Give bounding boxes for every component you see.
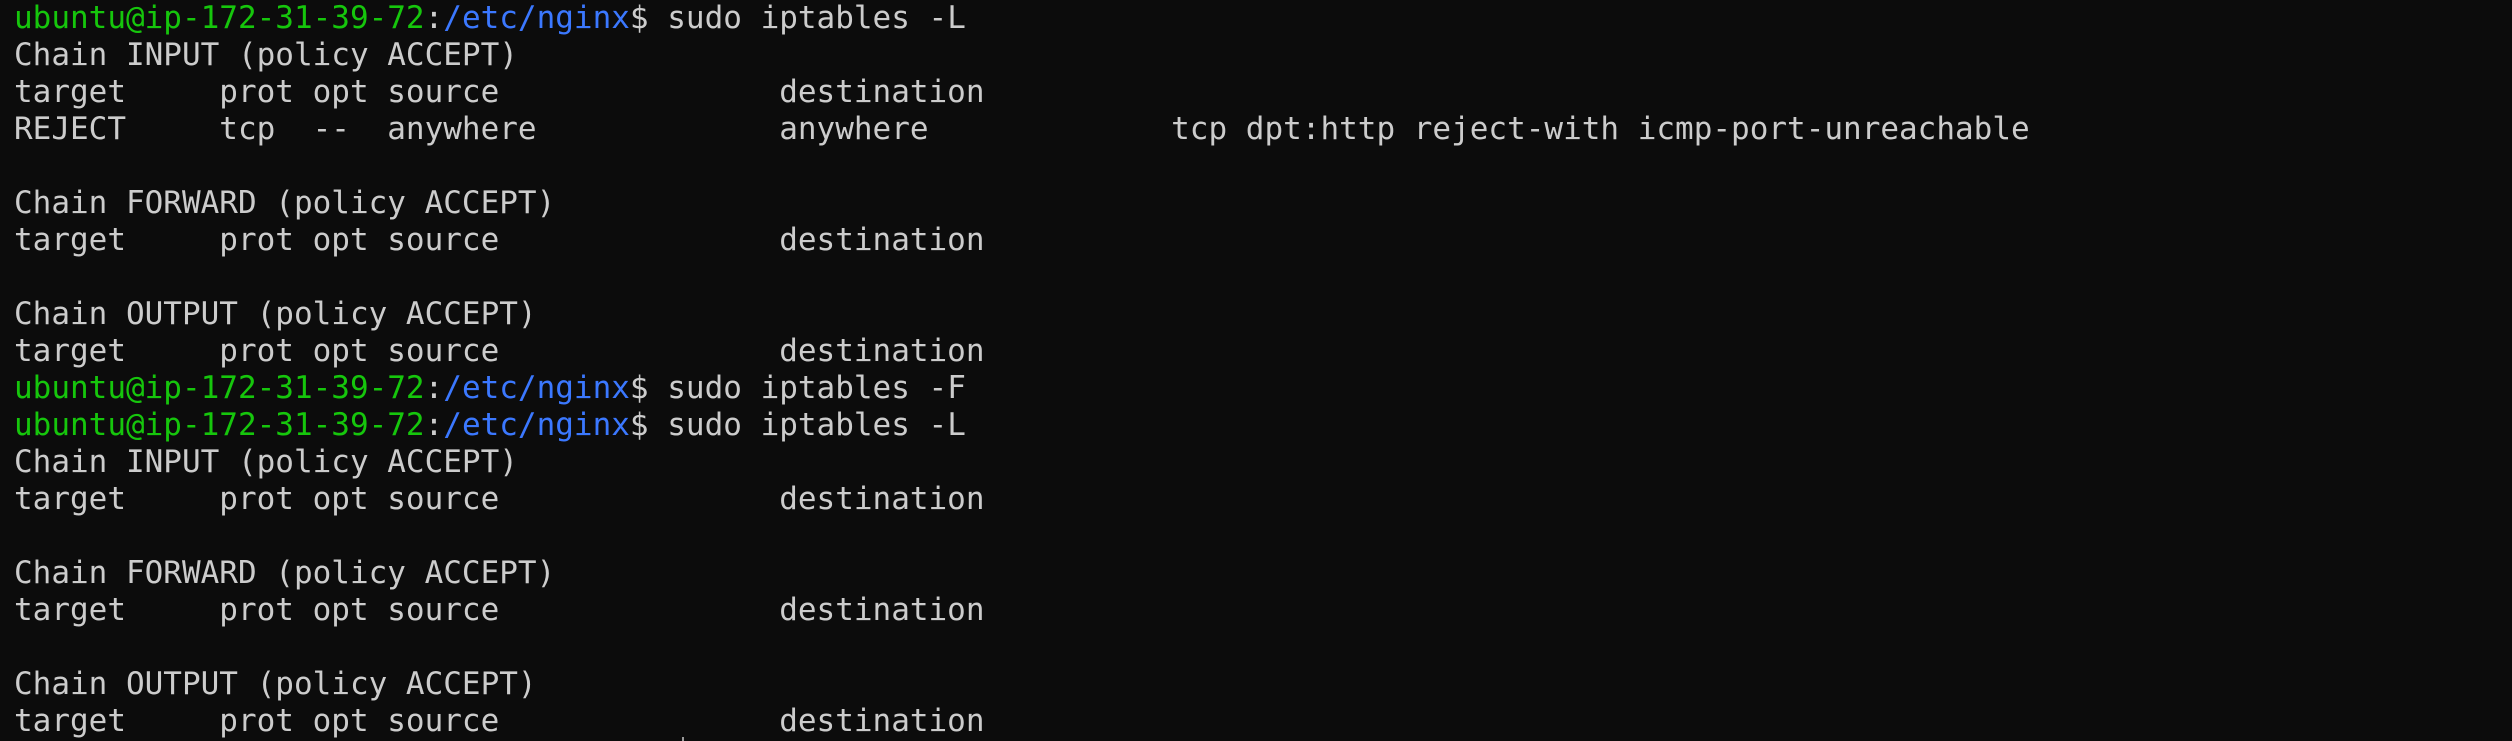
terminal-output[interactable]: ubuntu@ip-172-31-39-72:/etc/nginx$ sudo … [14,0,2504,741]
prompt-colon: : [424,407,444,443]
output-line: Chain OUTPUT (policy ACCEPT) [14,666,537,702]
prompt-line: ubuntu@ip-172-31-39-72:/etc/nginx$ sudo … [14,407,2504,444]
output-line: target prot opt source destination [14,333,985,369]
prompt-user-host: ubuntu@ip-172-31-39-72 [14,407,425,443]
prompt-path: /etc/nginx [443,370,630,406]
command-text: sudo iptables -L [667,0,966,36]
output-line: target prot opt source destination [14,703,985,739]
command-text: sudo iptables -F [667,370,966,406]
output-line: target prot opt source destination [14,222,985,258]
prompt-path: /etc/nginx [443,407,630,443]
prompt-line: ubuntu@ip-172-31-39-72:/etc/nginx$ sudo … [14,0,2504,37]
output-line: Chain INPUT (policy ACCEPT) [14,37,518,73]
terminal-cursor [682,737,684,741]
prompt-symbol: $ [629,407,668,443]
prompt-user-host: ubuntu@ip-172-31-39-72 [14,370,425,406]
prompt-colon: : [424,0,444,36]
prompt-line: ubuntu@ip-172-31-39-72:/etc/nginx$ sudo … [14,370,2504,407]
output-line: REJECT tcp -- anywhere anywhere tcp dpt:… [14,111,2030,147]
output-line: target prot opt source destination [14,481,985,517]
prompt-user-host: ubuntu@ip-172-31-39-72 [14,0,425,36]
output-line: target prot opt source destination [14,74,985,110]
command-text: sudo iptables -L [667,407,966,443]
prompt-path: /etc/nginx [443,0,630,36]
prompt-symbol: $ [629,370,668,406]
output-line: Chain INPUT (policy ACCEPT) [14,444,518,480]
prompt-symbol: $ [629,0,668,36]
output-line: Chain OUTPUT (policy ACCEPT) [14,296,537,332]
prompt-colon: : [424,370,444,406]
output-line: Chain FORWARD (policy ACCEPT) [14,185,556,221]
output-line: target prot opt source destination [14,592,985,628]
output-line: Chain FORWARD (policy ACCEPT) [14,555,556,591]
